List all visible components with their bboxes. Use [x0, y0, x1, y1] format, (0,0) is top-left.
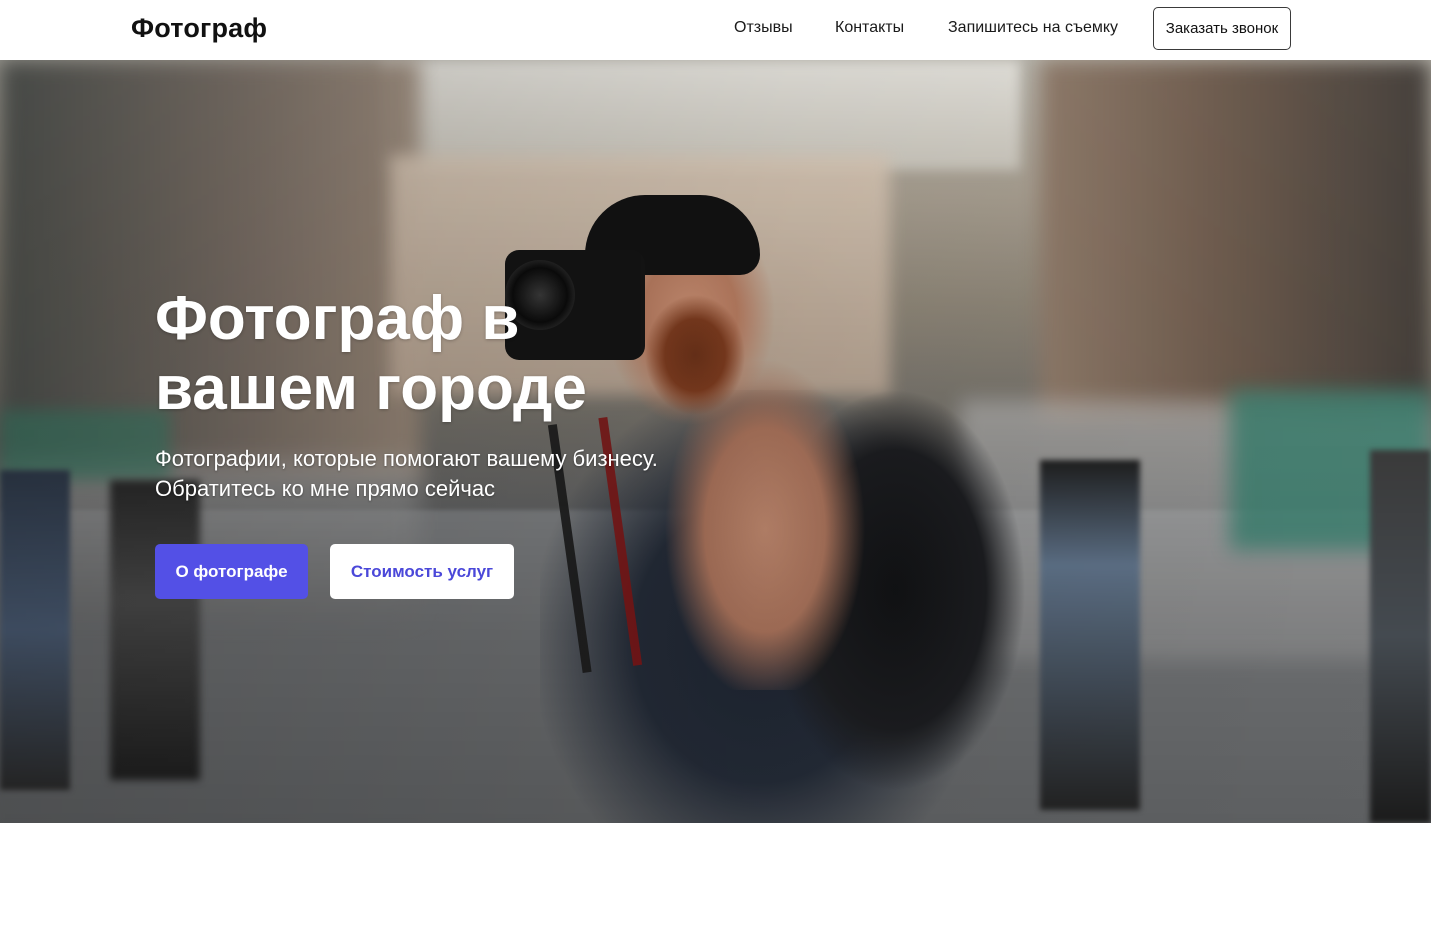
pricing-button[interactable]: Стоимость услуг — [330, 544, 514, 599]
hero-subtitle: Фотографии, которые помогают вашему бизн… — [155, 446, 658, 501]
hero-overlay — [0, 60, 1431, 823]
nav-link-reviews[interactable]: Отзывы — [734, 19, 793, 37]
nav-link-booking[interactable]: Запишитесь на съемку — [948, 19, 1118, 37]
hero-section: Фотограф в вашем городе Фотографии, кото… — [0, 60, 1431, 823]
site-logo[interactable]: Фотограф — [131, 13, 267, 44]
about-photographer-button[interactable]: О фотографе — [155, 544, 308, 599]
site-header: Фотограф Отзывы Контакты Запишитесь на с… — [0, 0, 1431, 60]
nav-link-contacts[interactable]: Контакты — [835, 19, 904, 37]
request-call-button[interactable]: Заказать звонок — [1153, 7, 1291, 50]
hero-title: Фотограф в вашем городе — [155, 284, 587, 423]
